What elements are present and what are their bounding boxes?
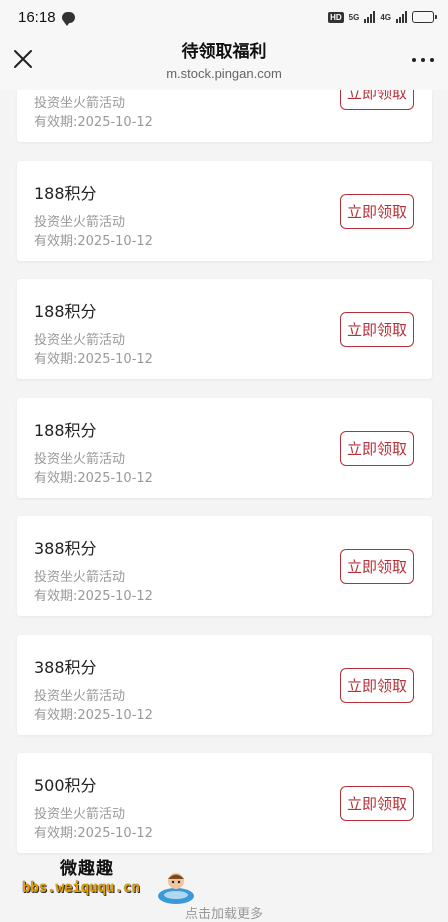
watermark-url: bbs.weiququ.cn <box>22 880 141 896</box>
card-expiry: 有效期:2025-10-12 <box>34 470 153 486</box>
card-activity: 投资坐火箭活动 <box>34 570 126 585</box>
card-activity: 投资坐火箭活动 <box>34 807 126 822</box>
network-4g-label: 4G <box>380 12 391 22</box>
reward-card: 188积分投资坐火箭活动有效期:2025-10-12立即领取 <box>17 90 432 142</box>
claim-button[interactable]: 立即领取 <box>340 193 414 229</box>
reward-card: 188积分投资坐火箭活动有效期:2025-10-12 立即领取 <box>17 397 432 498</box>
signal-icon <box>364 11 376 23</box>
reward-card: 388积分投资坐火箭活动有效期:2025-10-12 立即领取 <box>17 634 432 735</box>
card-points: 188积分 <box>34 302 97 321</box>
card-points: 388积分 <box>34 657 97 677</box>
card-activity: 投资坐火箭活动 <box>34 688 126 704</box>
claim-button[interactable]: 立即领取 <box>340 786 414 821</box>
nav-titles: 待领取福利 m.stock.pingan.com <box>166 41 282 83</box>
card-expiry: 有效期:2025-10-12 <box>34 707 153 723</box>
watermark: 微趣趣 bbs.weiququ.cn <box>22 854 202 908</box>
claim-button[interactable]: 立即领取 <box>340 549 414 584</box>
status-indicators: HD 5G 4G <box>328 11 437 23</box>
message-icon <box>61 11 75 26</box>
card-points: 500积分 <box>34 776 97 795</box>
page-title: 待领取福利 <box>181 42 267 62</box>
card-expiry: 有效期:2025-10-12 <box>34 589 153 604</box>
claim-button[interactable]: 立即领取 <box>340 312 414 347</box>
card-expiry: 有效期:2025-10-12 <box>34 233 153 249</box>
reward-card: 188积分投资坐火箭活动有效期:2025-10-12 立即领取 <box>17 160 432 261</box>
hd-badge: HD <box>328 11 344 23</box>
close-icon[interactable] <box>12 48 34 70</box>
status-bar: 16:18 HD 5G 4G <box>0 0 448 34</box>
watermark-logo <box>158 873 194 904</box>
card-expiry: 有效期:2025-10-12 <box>34 352 153 367</box>
reward-card: 500积分投资坐火箭活动有效期:2025-10-12 立即领取 <box>17 753 432 853</box>
page-url: m.stock.pingan.com <box>166 66 282 81</box>
card-activity: 投资坐火箭活动 <box>34 333 126 348</box>
card-points: 188积分 <box>34 420 97 440</box>
card-activity: 投资坐火箭活动 <box>34 451 126 467</box>
reward-card: 388积分投资坐火箭活动有效期:2025-10-12 立即领取 <box>17 516 432 616</box>
signal-icon <box>396 11 407 23</box>
battery-icon <box>412 11 437 23</box>
claim-button[interactable]: 立即领取 <box>340 430 414 466</box>
watermark-text: 微趣趣 <box>60 859 114 879</box>
reward-card: 188积分投资坐火箭活动有效期:2025-10-12 立即领取 <box>17 279 432 379</box>
card-activity: 投资坐火箭活动 <box>34 214 126 230</box>
card-points: 188积分 <box>34 183 97 203</box>
card-expiry: 有效期:2025-10-12 <box>34 115 153 130</box>
nav-bar: 待领取福利 m.stock.pingan.com <box>0 34 448 90</box>
network-5g-label: 5G <box>348 12 360 22</box>
card-expiry: 有效期:2025-10-12 <box>34 826 153 841</box>
claim-button[interactable]: 立即领取 <box>340 90 414 110</box>
claim-button[interactable]: 立即领取 <box>340 667 414 703</box>
more-icon[interactable] <box>412 58 434 62</box>
status-time: 16:18 <box>18 8 56 26</box>
reward-list[interactable]: 188积分投资坐火箭活动有效期:2025-10-12立即领取188积分投资坐火箭… <box>0 90 448 920</box>
card-activity: 投资坐火箭活动 <box>34 96 126 111</box>
card-points: 388积分 <box>34 539 97 558</box>
